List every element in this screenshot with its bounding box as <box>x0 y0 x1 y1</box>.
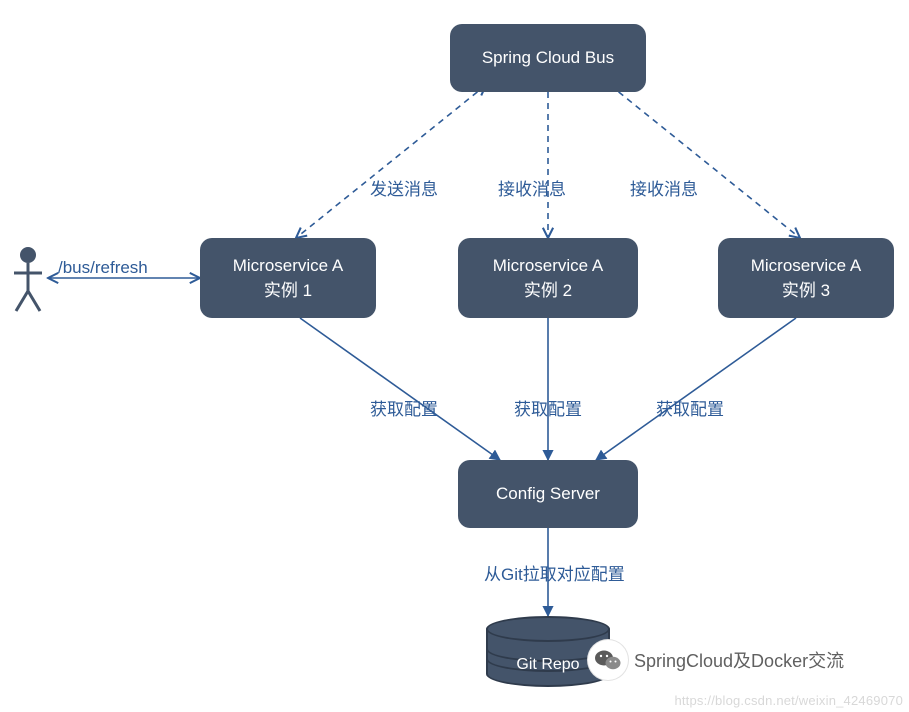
edge-label-recv-msg-1: 接收消息 <box>498 175 566 200</box>
edge-label-recv-msg-2: 接收消息 <box>630 175 698 200</box>
wechat-label: SpringCloud及Docker交流 <box>634 647 844 673</box>
node-title: Microservice A <box>493 256 604 276</box>
wechat-watermark: SpringCloud及Docker交流 <box>588 640 844 680</box>
diagram-edges <box>0 0 909 712</box>
node-subtitle: 实例 2 <box>524 276 572 301</box>
node-title: Config Server <box>496 484 600 504</box>
node-microservice-a-1: Microservice A 实例 1 <box>200 238 376 318</box>
edge-label-send-msg: 发送消息 <box>370 175 438 200</box>
node-title: Spring Cloud Bus <box>482 48 614 68</box>
node-config-server: Config Server <box>458 460 638 528</box>
node-spring-cloud-bus: Spring Cloud Bus <box>450 24 646 92</box>
edge-label-bus-refresh: /bus/refresh <box>58 258 148 278</box>
edge-svc3-config <box>596 318 796 460</box>
node-subtitle: 实例 3 <box>782 276 830 301</box>
actor-user <box>10 245 46 317</box>
node-title: Microservice A <box>751 256 862 276</box>
edge-bus-svc3 <box>610 85 800 238</box>
edge-label-get-config-3: 获取配置 <box>656 395 724 420</box>
watermark-url: https://blog.csdn.net/weixin_42469070 <box>674 693 903 708</box>
node-microservice-a-2: Microservice A 实例 2 <box>458 238 638 318</box>
node-title: Microservice A <box>233 256 344 276</box>
wechat-icon <box>588 640 628 680</box>
node-subtitle: 实例 1 <box>264 276 312 301</box>
edge-label-pull-from-git: 从Git拉取对应配置 <box>484 560 625 585</box>
edge-label-get-config-1: 获取配置 <box>370 395 438 420</box>
edge-label-get-config-2: 获取配置 <box>514 395 582 420</box>
edge-svc1-config <box>300 318 500 460</box>
edge-bus-svc1 <box>296 85 486 238</box>
node-microservice-a-3: Microservice A 实例 3 <box>718 238 894 318</box>
